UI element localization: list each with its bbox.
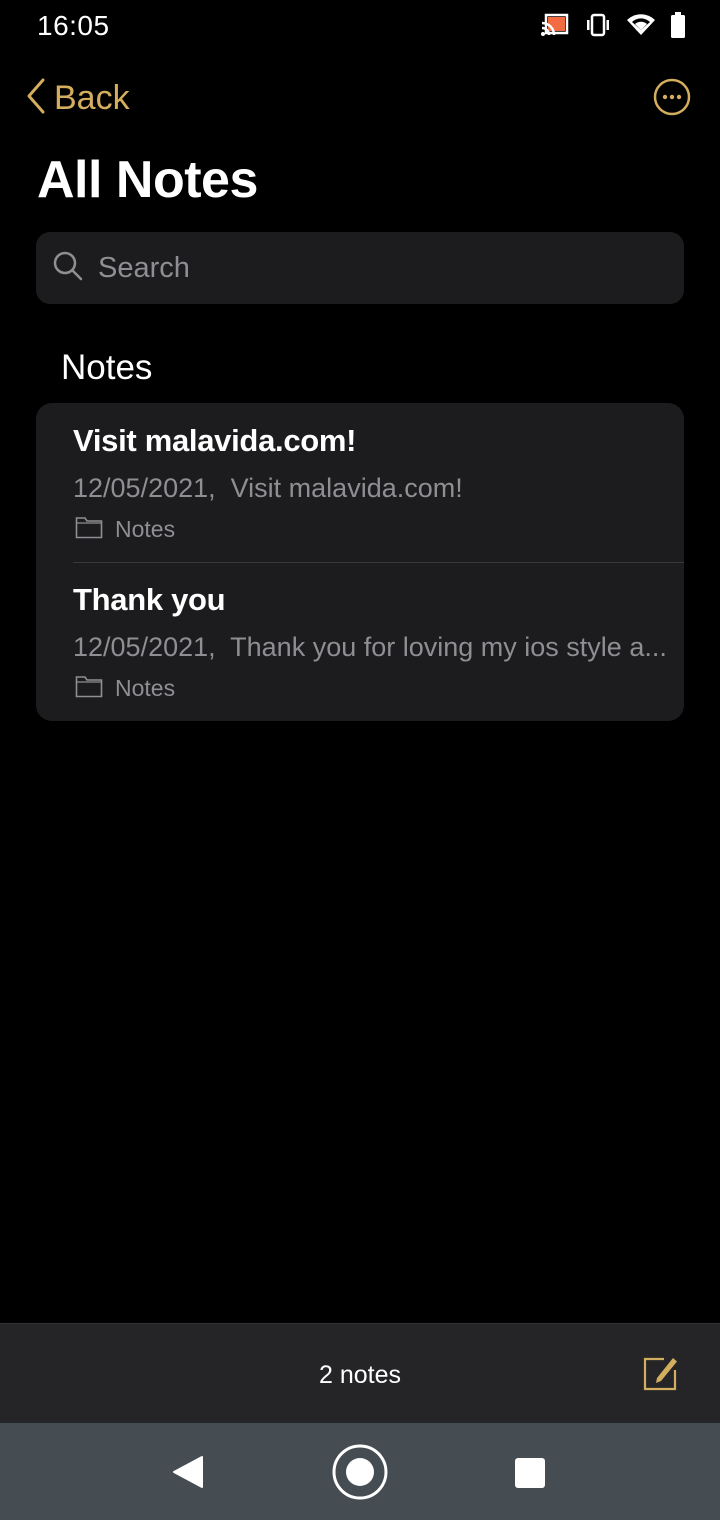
battery-icon bbox=[670, 12, 686, 38]
note-folder-label: Notes bbox=[115, 516, 176, 542]
more-options-button[interactable] bbox=[653, 78, 691, 116]
note-count: 2 notes bbox=[318, 1361, 401, 1389]
notes-list: Visit malavida.com! 12/05/2021, Visit ma… bbox=[36, 403, 684, 721]
note-item[interactable]: Visit malavida.com! 12/05/2021, Visit ma… bbox=[36, 403, 684, 562]
page-title: All Notes bbox=[37, 151, 258, 209]
folder-icon bbox=[75, 515, 103, 544]
status-time: 16:05 bbox=[37, 10, 110, 41]
note-folder-label: Notes bbox=[115, 675, 176, 701]
system-navigation-bar bbox=[0, 1423, 720, 1520]
home-circle-icon bbox=[331, 1444, 389, 1505]
back-label: Back bbox=[54, 79, 130, 117]
note-meta: 12/05/2021, Visit malavida.com! bbox=[73, 473, 671, 504]
system-recents-button[interactable] bbox=[514, 1457, 546, 1494]
system-home-button[interactable] bbox=[331, 1443, 389, 1506]
compose-button[interactable] bbox=[642, 1354, 680, 1392]
section-header: Notes bbox=[61, 348, 153, 387]
note-folder: Notes bbox=[75, 674, 175, 703]
search-bar[interactable] bbox=[36, 232, 684, 304]
bottom-toolbar: 2 notes bbox=[0, 1323, 720, 1423]
system-back-button[interactable] bbox=[172, 1455, 204, 1494]
back-button[interactable]: Back bbox=[26, 78, 130, 119]
note-title: Thank you bbox=[73, 582, 226, 617]
note-item[interactable]: Thank you 12/05/2021, Thank you for lovi… bbox=[36, 562, 684, 721]
square-recents-icon bbox=[514, 1458, 546, 1493]
status-bar: 16:05 bbox=[0, 0, 720, 56]
ellipsis-circle-icon bbox=[653, 78, 691, 120]
wifi-icon bbox=[626, 13, 656, 37]
note-preview: Visit malavida.com! bbox=[230, 473, 463, 503]
note-title: Visit malavida.com! bbox=[73, 423, 357, 458]
note-date: 12/05/2021, bbox=[73, 473, 216, 503]
note-folder: Notes bbox=[75, 515, 175, 544]
folder-icon bbox=[75, 674, 103, 703]
vibrate-icon bbox=[584, 13, 612, 37]
status-icons bbox=[540, 12, 686, 38]
note-meta: 12/05/2021, Thank you for loving my ios … bbox=[73, 632, 671, 663]
note-preview: Thank you for loving my ios style a... bbox=[230, 632, 667, 662]
compose-icon bbox=[642, 1357, 680, 1396]
note-date: 12/05/2021, bbox=[73, 632, 216, 662]
cast-icon bbox=[540, 13, 570, 37]
search-icon bbox=[52, 250, 84, 287]
search-input[interactable] bbox=[98, 251, 658, 285]
chevron-left-icon bbox=[26, 78, 46, 119]
triangle-back-icon bbox=[172, 1456, 204, 1493]
